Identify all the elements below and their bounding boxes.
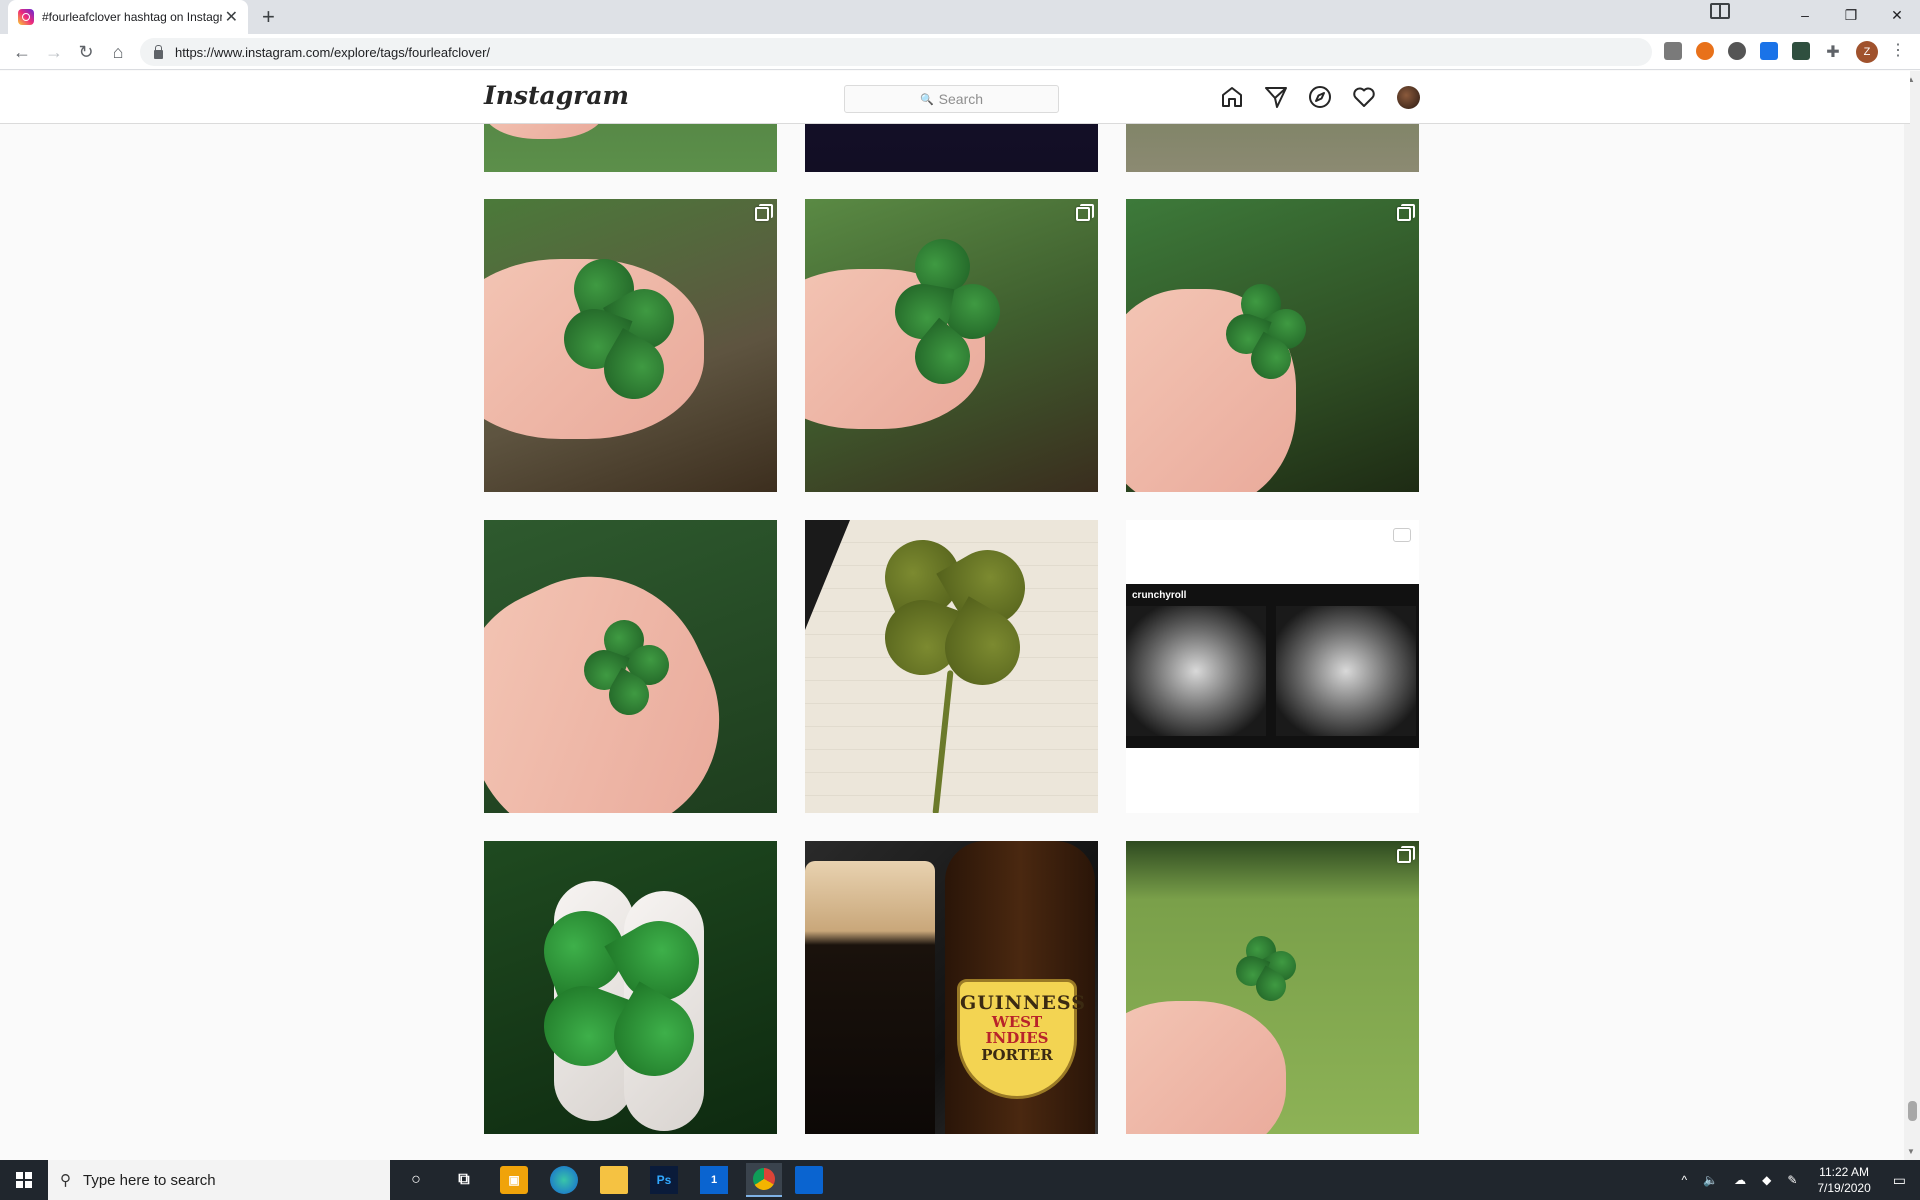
mail-icon[interactable]: 1	[700, 1166, 728, 1194]
tray-chevron-icon[interactable]: ^	[1681, 1173, 1687, 1187]
extension-orange-icon[interactable]	[1696, 42, 1714, 60]
pen-icon[interactable]: ✎	[1787, 1173, 1797, 1187]
menu-icon[interactable]: ⋮	[1890, 40, 1906, 60]
search-icon: ⚲	[60, 1172, 71, 1189]
extension-g-icon[interactable]	[1664, 42, 1682, 60]
search-placeholder: Search	[938, 91, 984, 107]
lock-icon	[154, 44, 163, 59]
task-view-icon[interactable]: ⧉	[450, 1166, 478, 1194]
photoshop-icon[interactable]: Ps	[650, 1166, 678, 1194]
multiple-posts-icon	[755, 204, 773, 221]
tab-strip: #fourleafclover hashtag on Instagram ✕ +…	[0, 0, 1920, 34]
post-tile-video[interactable]: crunchyroll	[1126, 520, 1419, 813]
screenshot-tool-icon[interactable]	[795, 1166, 823, 1194]
clock-date: 7/19/2020	[1817, 1181, 1871, 1195]
browser-tab[interactable]: #fourleafclover hashtag on Instagram ✕	[8, 0, 248, 34]
post-tile-partial[interactable]	[1126, 124, 1419, 172]
post-tile[interactable]	[805, 199, 1098, 492]
glass	[805, 861, 935, 1134]
post-grid: crunchyroll GUINNESS WEST INDIES PORTER	[0, 124, 1910, 1160]
volume-icon[interactable]: 🔈	[1703, 1173, 1718, 1187]
search-icon: 🔍	[919, 93, 934, 106]
extension-dark-icon[interactable]	[1792, 42, 1810, 60]
file-explorer-icon[interactable]	[600, 1166, 628, 1194]
scroll-thumb[interactable]	[1908, 1101, 1917, 1121]
onedrive-icon[interactable]: ☁	[1734, 1173, 1746, 1187]
clock[interactable]: 11:22 AM 7/19/2020	[1817, 1164, 1870, 1196]
instagram-logo[interactable]: Instagram	[484, 81, 629, 110]
instagram-header: Instagram 🔍 Search	[0, 71, 1910, 124]
extension-blue-icon[interactable]	[1760, 42, 1778, 60]
reload-icon[interactable]: ↻	[74, 40, 98, 64]
mail-badge: 1	[710, 1174, 718, 1186]
video-icon	[1393, 528, 1411, 542]
profile-avatar[interactable]: Z	[1856, 41, 1878, 63]
taskbar-search-input[interactable]: ⚲ Type here to search	[48, 1160, 390, 1200]
taskbar-search-placeholder: Type here to search	[83, 1171, 216, 1189]
tab-search-icon[interactable]	[1710, 3, 1730, 19]
start-button[interactable]	[0, 1160, 48, 1200]
windows-logo-icon	[16, 1172, 32, 1188]
post-tile[interactable]	[805, 520, 1098, 813]
cortana-icon[interactable]: ○	[402, 1166, 430, 1194]
heart-icon[interactable]	[1352, 85, 1376, 109]
clock-time: 11:22 AM	[1819, 1165, 1869, 1179]
home-icon[interactable]: ⌂	[106, 40, 130, 64]
video-thumbnail: crunchyroll	[1126, 584, 1419, 748]
explore-icon[interactable]	[1308, 85, 1332, 109]
post-tile[interactable]	[1126, 841, 1419, 1134]
edge-icon[interactable]	[550, 1166, 578, 1194]
post-tile[interactable]: GUINNESS WEST INDIES PORTER	[805, 841, 1098, 1134]
post-tile[interactable]	[484, 199, 777, 492]
store-icon[interactable]: ▣	[500, 1166, 528, 1194]
multiple-posts-icon	[1397, 204, 1415, 221]
search-input[interactable]: 🔍 Search	[844, 85, 1059, 113]
video-overlay-text: crunchyroll	[1132, 590, 1187, 601]
direct-icon[interactable]	[1264, 85, 1288, 109]
post-tile[interactable]	[484, 520, 777, 813]
system-tray: ^ 🔈 ☁ ◆ ✎ 11:22 AM 7/19/2020 ▭	[1673, 1160, 1920, 1200]
multiple-posts-icon	[1076, 204, 1094, 221]
chrome-icon	[753, 1168, 775, 1190]
notifications-icon[interactable]: ▭	[1893, 1172, 1906, 1189]
home-icon[interactable]	[1220, 85, 1244, 109]
extension-circle-icon[interactable]	[1728, 42, 1746, 60]
post-tile[interactable]	[484, 841, 777, 1134]
post-tile-partial[interactable]	[484, 124, 777, 172]
page-scrollbar[interactable]: ▲ ▼	[1904, 71, 1920, 1160]
extensions-puzzle-icon[interactable]: ✚	[1824, 42, 1842, 61]
browser-toolbar: ← → ↻ ⌂ https://www.instagram.com/explor…	[0, 34, 1920, 70]
scroll-down-icon[interactable]: ▼	[1907, 1147, 1915, 1156]
dropbox-icon[interactable]: ◆	[1762, 1173, 1771, 1187]
beer-label: GUINNESS WEST INDIES PORTER	[957, 979, 1085, 1099]
multiple-posts-icon	[1397, 846, 1415, 863]
instagram-favicon-icon	[18, 9, 34, 25]
tab-title: #fourleafclover hashtag on Instagram	[42, 10, 222, 24]
post-tile-partial[interactable]	[805, 124, 1098, 172]
profile-avatar[interactable]	[1397, 86, 1420, 109]
windows-taskbar: ⚲ Type here to search ○ ⧉ ▣ Ps 1 ^ 🔈 ☁ ◆…	[0, 1160, 1920, 1200]
tab-close-icon[interactable]: ✕	[225, 7, 238, 27]
address-bar[interactable]: https://www.instagram.com/explore/tags/f…	[140, 38, 1652, 66]
url-text[interactable]: https://www.instagram.com/explore/tags/f…	[175, 45, 490, 60]
back-icon[interactable]: ←	[10, 40, 34, 64]
new-tab-button[interactable]: +	[262, 4, 275, 30]
minimize-button[interactable]: –	[1782, 0, 1828, 30]
post-tile[interactable]	[1126, 199, 1419, 492]
restore-button[interactable]: ❐	[1828, 0, 1874, 30]
chrome-taskbar-button[interactable]	[746, 1163, 782, 1197]
forward-icon[interactable]: →	[42, 40, 66, 64]
close-window-button[interactable]: ✕	[1874, 0, 1920, 30]
